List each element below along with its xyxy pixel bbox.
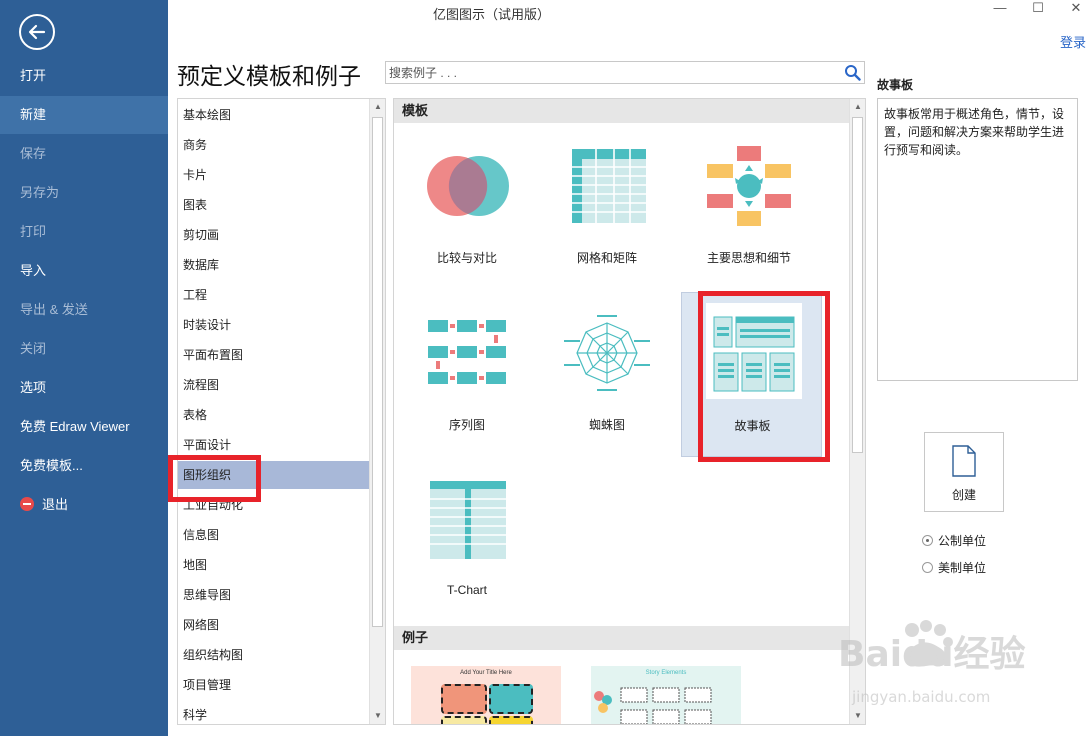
venn-diagram-icon (427, 156, 509, 216)
scroll-down-arrow-icon[interactable]: ▼ (370, 708, 385, 724)
minimize-button[interactable]: — (990, 0, 1010, 18)
sidebar-item-save-as[interactable]: 另存为 (0, 174, 168, 212)
maximize-button[interactable]: ☐ (1028, 0, 1048, 18)
sidebar-item-close[interactable]: 关闭 (0, 330, 168, 368)
create-button[interactable]: 创建 (924, 432, 1004, 512)
back-arrow-icon (28, 24, 46, 40)
category-item[interactable]: 工程 (178, 281, 370, 309)
category-scrollbar[interactable]: ▲ ▼ (369, 99, 385, 724)
template-label: 网格和矩阵 (576, 251, 637, 265)
scroll-up-arrow-icon[interactable]: ▲ (850, 99, 865, 115)
scroll-down-arrow-icon[interactable]: ▼ (850, 708, 865, 724)
templates-section-header: 模板 (394, 99, 849, 123)
category-item[interactable]: 基本绘图 (178, 101, 370, 129)
category-item[interactable]: 图表 (178, 191, 370, 219)
close-button[interactable]: ✕ (1066, 0, 1086, 18)
backstage-sidebar: 打开 新建 保存 另存为 打印 导入 导出 & 发送 关闭 选项 免费 Edra… (0, 0, 168, 736)
watermark-text: Baidu经验 (838, 634, 1025, 675)
example-caption: Add Your Title Here (460, 670, 512, 676)
examples-section-header: 例子 (394, 626, 849, 650)
highlight-annotation (168, 455, 261, 502)
example-caption: Story Elements (645, 670, 687, 676)
category-item[interactable]: 平面布置图 (178, 341, 370, 369)
spider-diagram-icon (564, 315, 650, 391)
unit-option-metric[interactable]: 公制单位 (922, 532, 986, 549)
sidebar-item-new[interactable]: 新建 (0, 96, 168, 134)
sidebar-item-free-viewer[interactable]: 免费 Edraw Viewer (0, 408, 168, 446)
template-detail-title: 故事板 (877, 78, 914, 92)
template-sequence-chart[interactable]: 序列图 (402, 308, 532, 468)
search-box (385, 61, 865, 84)
new-document-icon (952, 445, 976, 477)
sidebar-item-free-templates[interactable]: 免费模板... (0, 447, 168, 485)
example-story-elements[interactable]: Story Elements (591, 666, 741, 724)
category-item[interactable]: 剪切画 (178, 221, 370, 249)
example-panel (441, 716, 487, 724)
highlight-annotation (698, 291, 830, 462)
template-label: 主要思想和细节 (706, 251, 791, 265)
template-grid-matrix[interactable]: 网格和矩阵 (542, 141, 672, 301)
page-title: 预定义模板和例子 (177, 64, 361, 90)
create-label: 创建 (951, 488, 976, 502)
back-button[interactable] (19, 14, 55, 50)
unit-option-us[interactable]: 美制单位 (922, 559, 986, 576)
category-item[interactable]: 项目管理 (178, 671, 370, 699)
watermark-subtext: jingyan.baidu.com (851, 688, 990, 706)
template-label: 比较与对比 (436, 251, 497, 265)
category-item[interactable]: 信息图 (178, 521, 370, 549)
search-icon[interactable] (844, 64, 861, 81)
template-label: 蜘蛛图 (588, 418, 625, 432)
sidebar-item-options[interactable]: 选项 (0, 369, 168, 407)
radio-checked-icon[interactable] (922, 535, 933, 546)
sequence-chart-icon (428, 320, 506, 384)
t-chart-icon (430, 481, 506, 559)
template-scroll-thumb[interactable] (852, 117, 863, 453)
example-panel (489, 716, 533, 724)
example-panel (441, 684, 487, 714)
example-preview-graphic (594, 687, 712, 724)
sidebar-item-print[interactable]: 打印 (0, 213, 168, 251)
exit-icon (20, 497, 34, 511)
baidu-watermark: Baidu经验 jingyan.baidu.com (838, 620, 1025, 706)
category-item[interactable]: 商务 (178, 131, 370, 159)
window-title: 亿图图示（试用版） (433, 7, 551, 22)
template-t-chart[interactable]: T-Chart (402, 475, 532, 635)
template-main-idea-details[interactable]: 主要思想和细节 (684, 141, 814, 301)
template-description: 故事板常用于概述角色，情节，设置，问题和解决方案来帮助学生进行预写和阅读。 (877, 98, 1078, 381)
sidebar-item-exit[interactable]: 退出 (0, 486, 168, 524)
category-item[interactable]: 时装设计 (178, 311, 370, 339)
radio-unchecked-icon[interactable] (922, 562, 933, 573)
sidebar-item-save[interactable]: 保存 (0, 135, 168, 173)
category-scroll-thumb[interactable] (372, 117, 383, 627)
template-label: T-Chart (446, 583, 487, 597)
category-item[interactable]: 数据库 (178, 251, 370, 279)
category-item[interactable]: 网络图 (178, 611, 370, 639)
search-input[interactable] (386, 62, 826, 83)
template-label: 序列图 (448, 418, 485, 432)
sidebar-item-import[interactable]: 导入 (0, 252, 168, 290)
template-compare-contrast[interactable]: 比较与对比 (402, 141, 532, 301)
category-item[interactable]: 思维导图 (178, 581, 370, 609)
template-spider-diagram[interactable]: 蜘蛛图 (542, 308, 672, 468)
example-panel (489, 684, 533, 714)
sidebar-item-open[interactable]: 打开 (0, 57, 168, 95)
category-item[interactable]: 表格 (178, 401, 370, 429)
category-item[interactable]: 科学 (178, 701, 370, 724)
scroll-up-arrow-icon[interactable]: ▲ (370, 99, 385, 115)
category-item[interactable]: 卡片 (178, 161, 370, 189)
login-link[interactable]: 登录 (1060, 32, 1086, 51)
main-idea-icon (707, 146, 791, 226)
sidebar-item-export-send[interactable]: 导出 & 发送 (0, 291, 168, 329)
category-item[interactable]: 组织结构图 (178, 641, 370, 669)
category-list: 基本绘图 商务 卡片 图表 剪切画 数据库 工程 时装设计 平面布置图 流程图 … (177, 98, 386, 725)
example-storyboard-1[interactable]: Add Your Title Here (411, 666, 561, 724)
grid-matrix-icon (572, 149, 646, 223)
category-item[interactable]: 地图 (178, 551, 370, 579)
category-item[interactable]: 流程图 (178, 371, 370, 399)
